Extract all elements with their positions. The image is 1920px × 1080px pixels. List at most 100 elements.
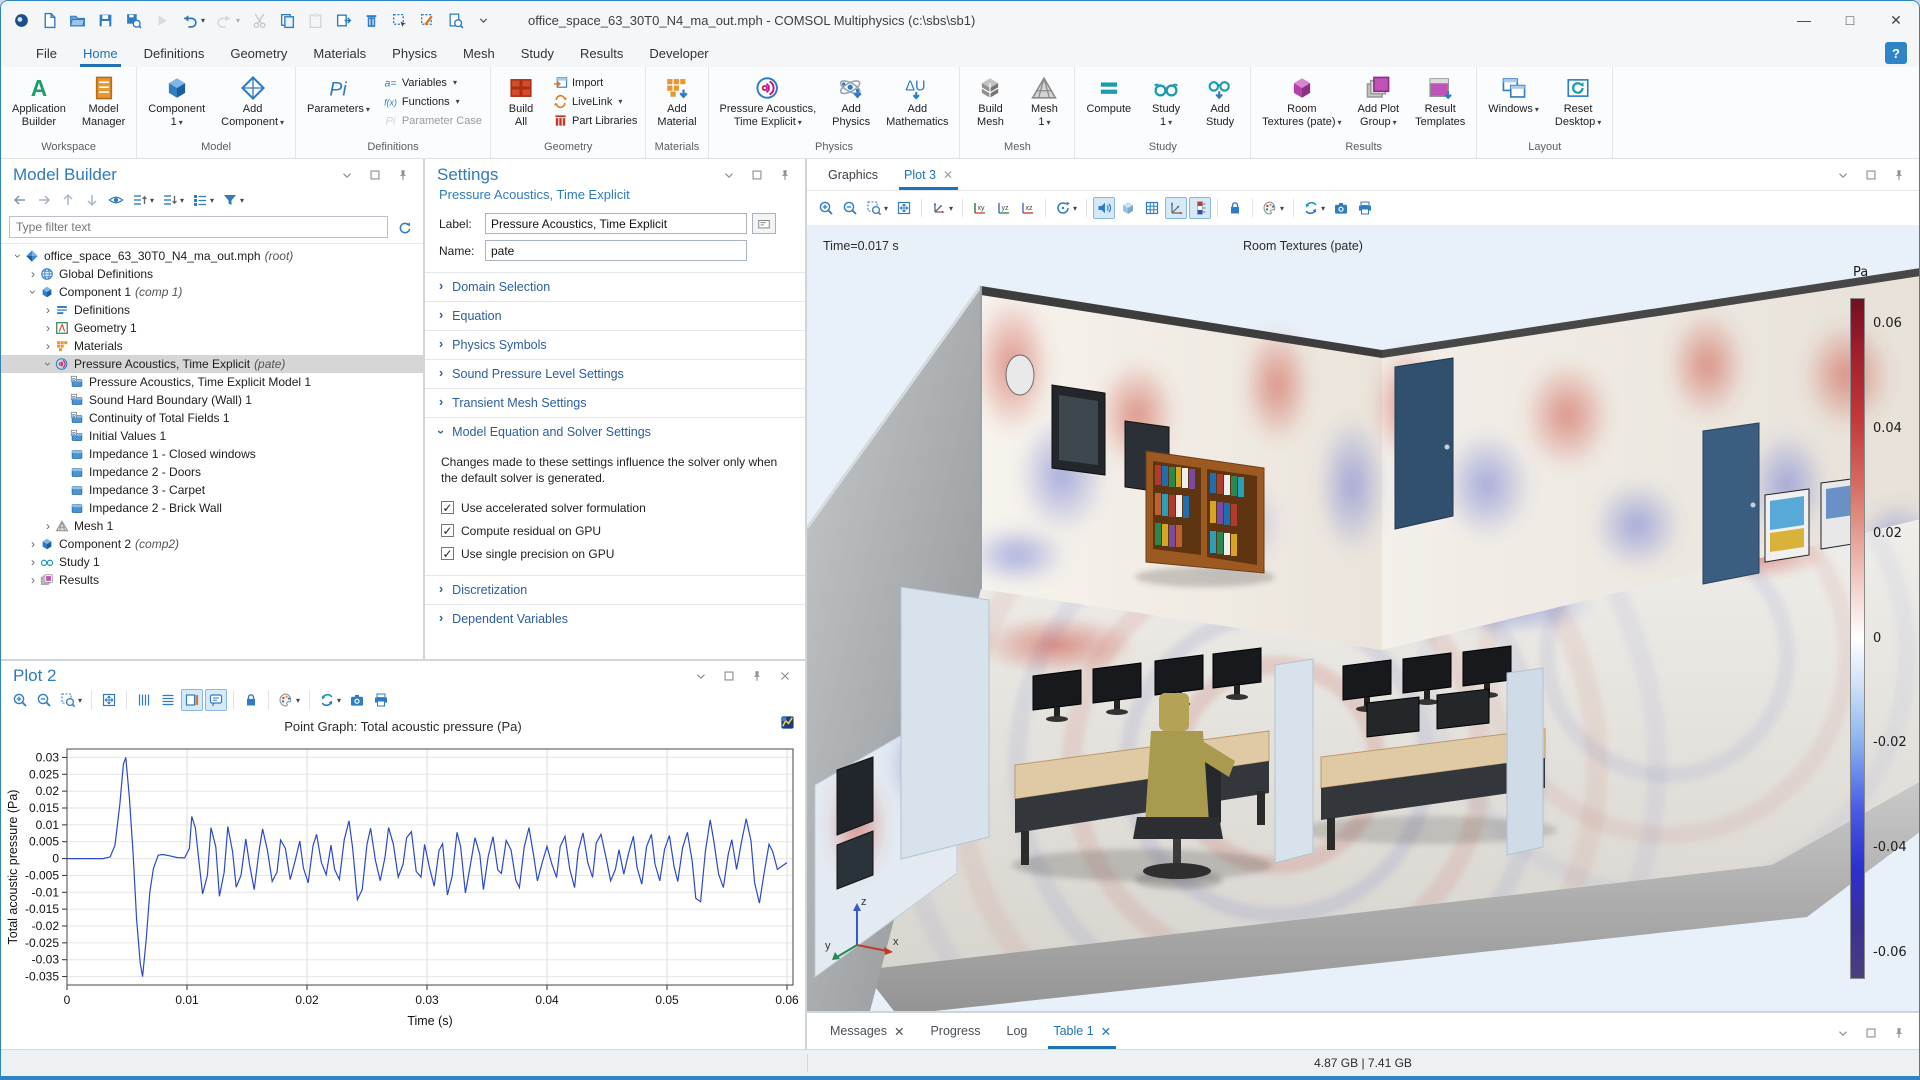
y-grid-button[interactable] bbox=[133, 689, 155, 711]
zoom-out-button[interactable] bbox=[839, 197, 861, 219]
tree-item[interactable]: › Global Definitions bbox=[1, 265, 423, 283]
label-field[interactable] bbox=[485, 213, 747, 234]
collapse-list-button[interactable]: ▾ bbox=[129, 189, 157, 211]
ribbon-functions[interactable]: f(x) Functions ▾ bbox=[379, 93, 486, 110]
tree-item[interactable]: › Results bbox=[1, 571, 423, 589]
collapsed-chevron-icon[interactable]: › bbox=[26, 555, 40, 569]
run-button[interactable] bbox=[151, 10, 172, 31]
plot-thumbnail-icon[interactable] bbox=[780, 715, 795, 735]
panel-pin-button[interactable] bbox=[1889, 1023, 1909, 1043]
delete-button[interactable] bbox=[361, 10, 382, 31]
panel-float-button[interactable] bbox=[747, 165, 767, 185]
search-doc-button[interactable] bbox=[445, 10, 466, 31]
collapsed-chevron-icon[interactable]: › bbox=[26, 537, 40, 551]
ribbon-build-all[interactable]: Build All bbox=[495, 71, 547, 131]
menu-developer[interactable]: Developer bbox=[636, 39, 721, 67]
section-transient-mesh-settings[interactable]: › Transient Mesh Settings bbox=[425, 388, 805, 417]
ribbon-add-physics[interactable]: Add Physics bbox=[825, 71, 877, 131]
maximize-button[interactable]: □ bbox=[1827, 1, 1873, 39]
section-physics-symbols[interactable]: › Physics Symbols bbox=[425, 330, 805, 359]
print-button[interactable] bbox=[370, 689, 392, 711]
view-xy-button[interactable]: xy bbox=[969, 197, 991, 219]
collapsed-chevron-icon[interactable]: › bbox=[41, 339, 55, 353]
arrow-up-button[interactable] bbox=[57, 189, 79, 211]
ribbon-room-textures-pate-[interactable]: Room Textures (pate) ▾ bbox=[1255, 71, 1348, 131]
zoom-box-button[interactable]: ▾ bbox=[57, 689, 85, 711]
view-triad-button[interactable]: ▾ bbox=[928, 197, 956, 219]
panel-pin-button[interactable] bbox=[393, 165, 413, 185]
grid-button[interactable] bbox=[1141, 197, 1163, 219]
ribbon-part-libraries[interactable]: Part Libraries bbox=[549, 112, 641, 129]
menu-results[interactable]: Results bbox=[567, 39, 636, 67]
section-discretization[interactable]: › Discretization bbox=[425, 575, 805, 604]
minimize-button[interactable]: — bbox=[1781, 1, 1827, 39]
section-sound-pressure-level-settings[interactable]: › Sound Pressure Level Settings bbox=[425, 359, 805, 388]
checkbox-use-accelerated-solver-formulation[interactable]: ✓ Use accelerated solver formulation bbox=[441, 496, 791, 519]
checkbox-compute-residual-on-gpu[interactable]: ✓ Compute residual on GPU bbox=[441, 519, 791, 542]
overflow-button[interactable] bbox=[473, 10, 494, 31]
tree-item[interactable]: › Component 2 (comp2) bbox=[1, 535, 423, 553]
ribbon-result-templates[interactable]: Result Templates bbox=[1408, 71, 1472, 131]
tab-messages[interactable]: Messages ✕ bbox=[817, 1013, 917, 1049]
open-button[interactable] bbox=[67, 10, 88, 31]
checkbox-use-single-precision-on-gpu[interactable]: ✓ Use single precision on GPU bbox=[441, 542, 791, 565]
help-button[interactable]: ? bbox=[1885, 42, 1907, 64]
name-field[interactable] bbox=[485, 240, 747, 261]
point-graph[interactable]: 0 0.01 0.02 0.03 0.04 0.05 0.06 0.03 0.025 0.02 0.… bbox=[1, 739, 805, 1049]
axes-toggle-button[interactable] bbox=[1165, 197, 1188, 219]
ribbon-variables[interactable]: a= Variables ▾ bbox=[379, 74, 486, 91]
ribbon-mesh-1[interactable]: Mesh 1 ▾ bbox=[1018, 71, 1070, 131]
panel-close-button[interactable] bbox=[775, 666, 795, 686]
ribbon-import[interactable]: Import bbox=[549, 74, 641, 91]
expanded-chevron-icon[interactable]: › bbox=[26, 285, 40, 299]
tree-item[interactable]: › Definitions bbox=[1, 301, 423, 319]
zoom-in-button[interactable] bbox=[9, 689, 31, 711]
view-xz-button[interactable]: xz bbox=[1017, 197, 1039, 219]
menu-file[interactable]: File bbox=[23, 39, 70, 67]
refresh-plot-button[interactable]: ▾ bbox=[1300, 197, 1328, 219]
tree-item[interactable]: › Study 1 bbox=[1, 553, 423, 571]
save-button[interactable] bbox=[95, 10, 116, 31]
duplicate-button[interactable] bbox=[333, 10, 354, 31]
panel-pin-button[interactable] bbox=[1889, 165, 1909, 185]
ribbon-livelink[interactable]: LiveLink ▾ bbox=[549, 93, 641, 110]
arrow-left-button[interactable] bbox=[9, 189, 31, 211]
close-tab-icon[interactable]: ✕ bbox=[943, 168, 953, 182]
expand-list-button[interactable]: ▾ bbox=[159, 189, 187, 211]
ribbon-add-material[interactable]: Add Material bbox=[650, 71, 703, 131]
rotate-button[interactable]: ▾ bbox=[1052, 197, 1080, 219]
rename-button[interactable] bbox=[752, 213, 776, 234]
ribbon-model-manager[interactable]: Model Manager bbox=[75, 71, 132, 131]
graphics-canvas[interactable]: Time=0.017 s Room Textures (pate) Pa 0.0… bbox=[807, 225, 1919, 1012]
tree-item[interactable]: › Component 1 (comp 1) bbox=[1, 283, 423, 301]
camera-button[interactable] bbox=[1330, 197, 1352, 219]
annotation-button[interactable] bbox=[205, 689, 228, 711]
panel-float-button[interactable] bbox=[1861, 165, 1881, 185]
menu-materials[interactable]: Materials bbox=[300, 39, 379, 67]
collapsed-chevron-icon[interactable]: › bbox=[26, 267, 40, 281]
filter-button[interactable]: ▾ bbox=[219, 189, 247, 211]
close-tab-icon[interactable]: ✕ bbox=[1101, 1024, 1111, 1039]
zoom-in-button[interactable] bbox=[815, 197, 837, 219]
panel-menu-button[interactable] bbox=[1833, 1023, 1853, 1043]
section-domain-selection[interactable]: › Domain Selection bbox=[425, 272, 805, 301]
collapsed-chevron-icon[interactable]: › bbox=[41, 303, 55, 317]
ribbon-add-component[interactable]: Add Component ▾ bbox=[214, 71, 291, 131]
expanded-chevron-icon[interactable]: › bbox=[11, 249, 25, 263]
section-dependent-variables[interactable]: › Dependent Variables bbox=[425, 604, 805, 633]
panel-menu-button[interactable] bbox=[1833, 165, 1853, 185]
arrow-down-button[interactable] bbox=[81, 189, 103, 211]
ribbon-component-1[interactable]: Component 1 ▾ bbox=[141, 71, 212, 131]
tree-item[interactable]: › office_space_63_30T0_N4_ma_out.mph (root… bbox=[1, 247, 423, 265]
transparency-button[interactable] bbox=[1117, 197, 1139, 219]
arrow-right-button[interactable] bbox=[33, 189, 55, 211]
ribbon-add-plot-group[interactable]: Add Plot Group ▾ bbox=[1351, 71, 1407, 131]
ribbon-application-builder[interactable]: A Application Builder bbox=[5, 71, 73, 131]
tab-table-1[interactable]: Table 1 ✕ bbox=[1040, 1013, 1124, 1049]
section-model-equation-and-solver-settings[interactable]: › Model Equation and Solver Settings bbox=[425, 417, 805, 446]
filter-input[interactable] bbox=[9, 216, 388, 238]
app-logo-button[interactable] bbox=[11, 10, 32, 31]
ribbon-compute[interactable]: Compute bbox=[1079, 71, 1138, 118]
section-equation[interactable]: › Equation bbox=[425, 301, 805, 330]
menu-study[interactable]: Study bbox=[508, 39, 567, 67]
